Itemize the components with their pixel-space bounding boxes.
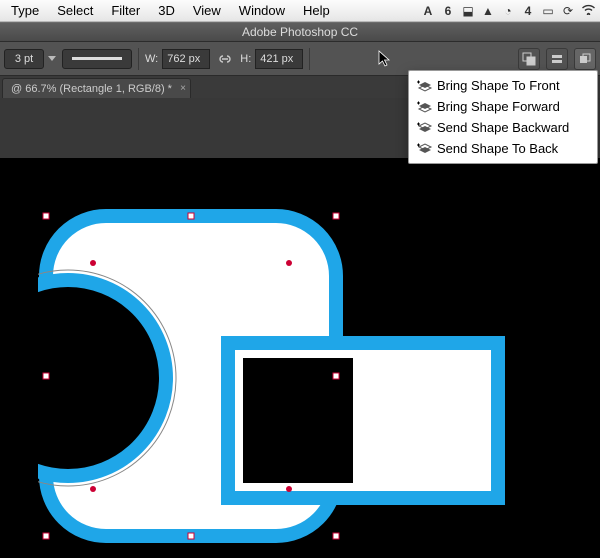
notification-count: 6 [438,4,458,18]
path-align-button[interactable] [546,48,568,70]
cloud-icon[interactable]: ◔ [498,4,518,18]
drive-icon[interactable]: ▲ [478,4,498,18]
wifi-icon[interactable] [578,3,598,18]
height-label: H: [240,53,251,65]
document-tab[interactable]: @ 66.7% (Rectangle 1, RGB/8) * × [2,78,191,98]
menu-filter[interactable]: Filter [102,3,149,18]
send-to-back-item[interactable]: Send Shape To Back [409,138,597,159]
menu-type[interactable]: Type [2,3,48,18]
width-field[interactable] [162,49,210,69]
document-tab-label: @ 66.7% (Rectangle 1, RGB/8) * [11,83,172,95]
sync-icon[interactable]: ⟳ [558,4,578,18]
close-icon[interactable]: × [180,83,186,94]
stack-backward-icon [417,121,433,135]
menu-3d[interactable]: 3D [149,3,184,18]
mac-menubar: Type Select Filter 3D View Window Help A… [0,0,600,22]
width-label: W: [145,53,158,65]
dropbox-icon[interactable]: ⬓ [458,4,478,18]
app-title: Adobe Photoshop CC [242,25,358,39]
path-operations-button[interactable] [518,48,540,70]
app-titlebar: Adobe Photoshop CC [0,22,600,42]
stack-front-icon [417,79,433,93]
cc-count: 4 [518,4,538,18]
send-backward-item[interactable]: Send Shape Backward [409,117,597,138]
shape-layer[interactable] [38,208,598,558]
options-bar: 3 pt W: H: Bring Shape To Front [0,42,600,76]
bring-to-front-item[interactable]: Bring Shape To Front [409,75,597,96]
height-field[interactable] [255,49,303,69]
menu-item-label: Bring Shape To Front [437,78,560,93]
menu-item-label: Send Shape To Back [437,141,558,156]
cursor-icon [378,50,392,71]
bring-forward-item[interactable]: Bring Shape Forward [409,96,597,117]
menu-item-label: Bring Shape Forward [437,99,560,114]
canvas[interactable] [0,158,600,558]
menu-window[interactable]: Window [230,3,294,18]
menu-select[interactable]: Select [48,3,102,18]
menu-item-label: Send Shape Backward [437,120,569,135]
menu-help[interactable]: Help [294,3,339,18]
stroke-style-picker[interactable] [62,49,132,69]
link-icon[interactable] [216,50,234,68]
chevron-down-icon[interactable] [48,56,56,61]
stroke-weight-field[interactable]: 3 pt [4,49,44,69]
stack-back-icon [417,142,433,156]
arrange-menu: Bring Shape To Front Bring Shape Forward… [408,70,598,164]
adobe-icon[interactable]: A [418,4,438,18]
menu-view[interactable]: View [184,3,230,18]
workspace [0,98,600,555]
path-arrange-button[interactable] [574,48,596,70]
stack-forward-icon [417,100,433,114]
display-icon[interactable]: ▭ [538,4,558,18]
